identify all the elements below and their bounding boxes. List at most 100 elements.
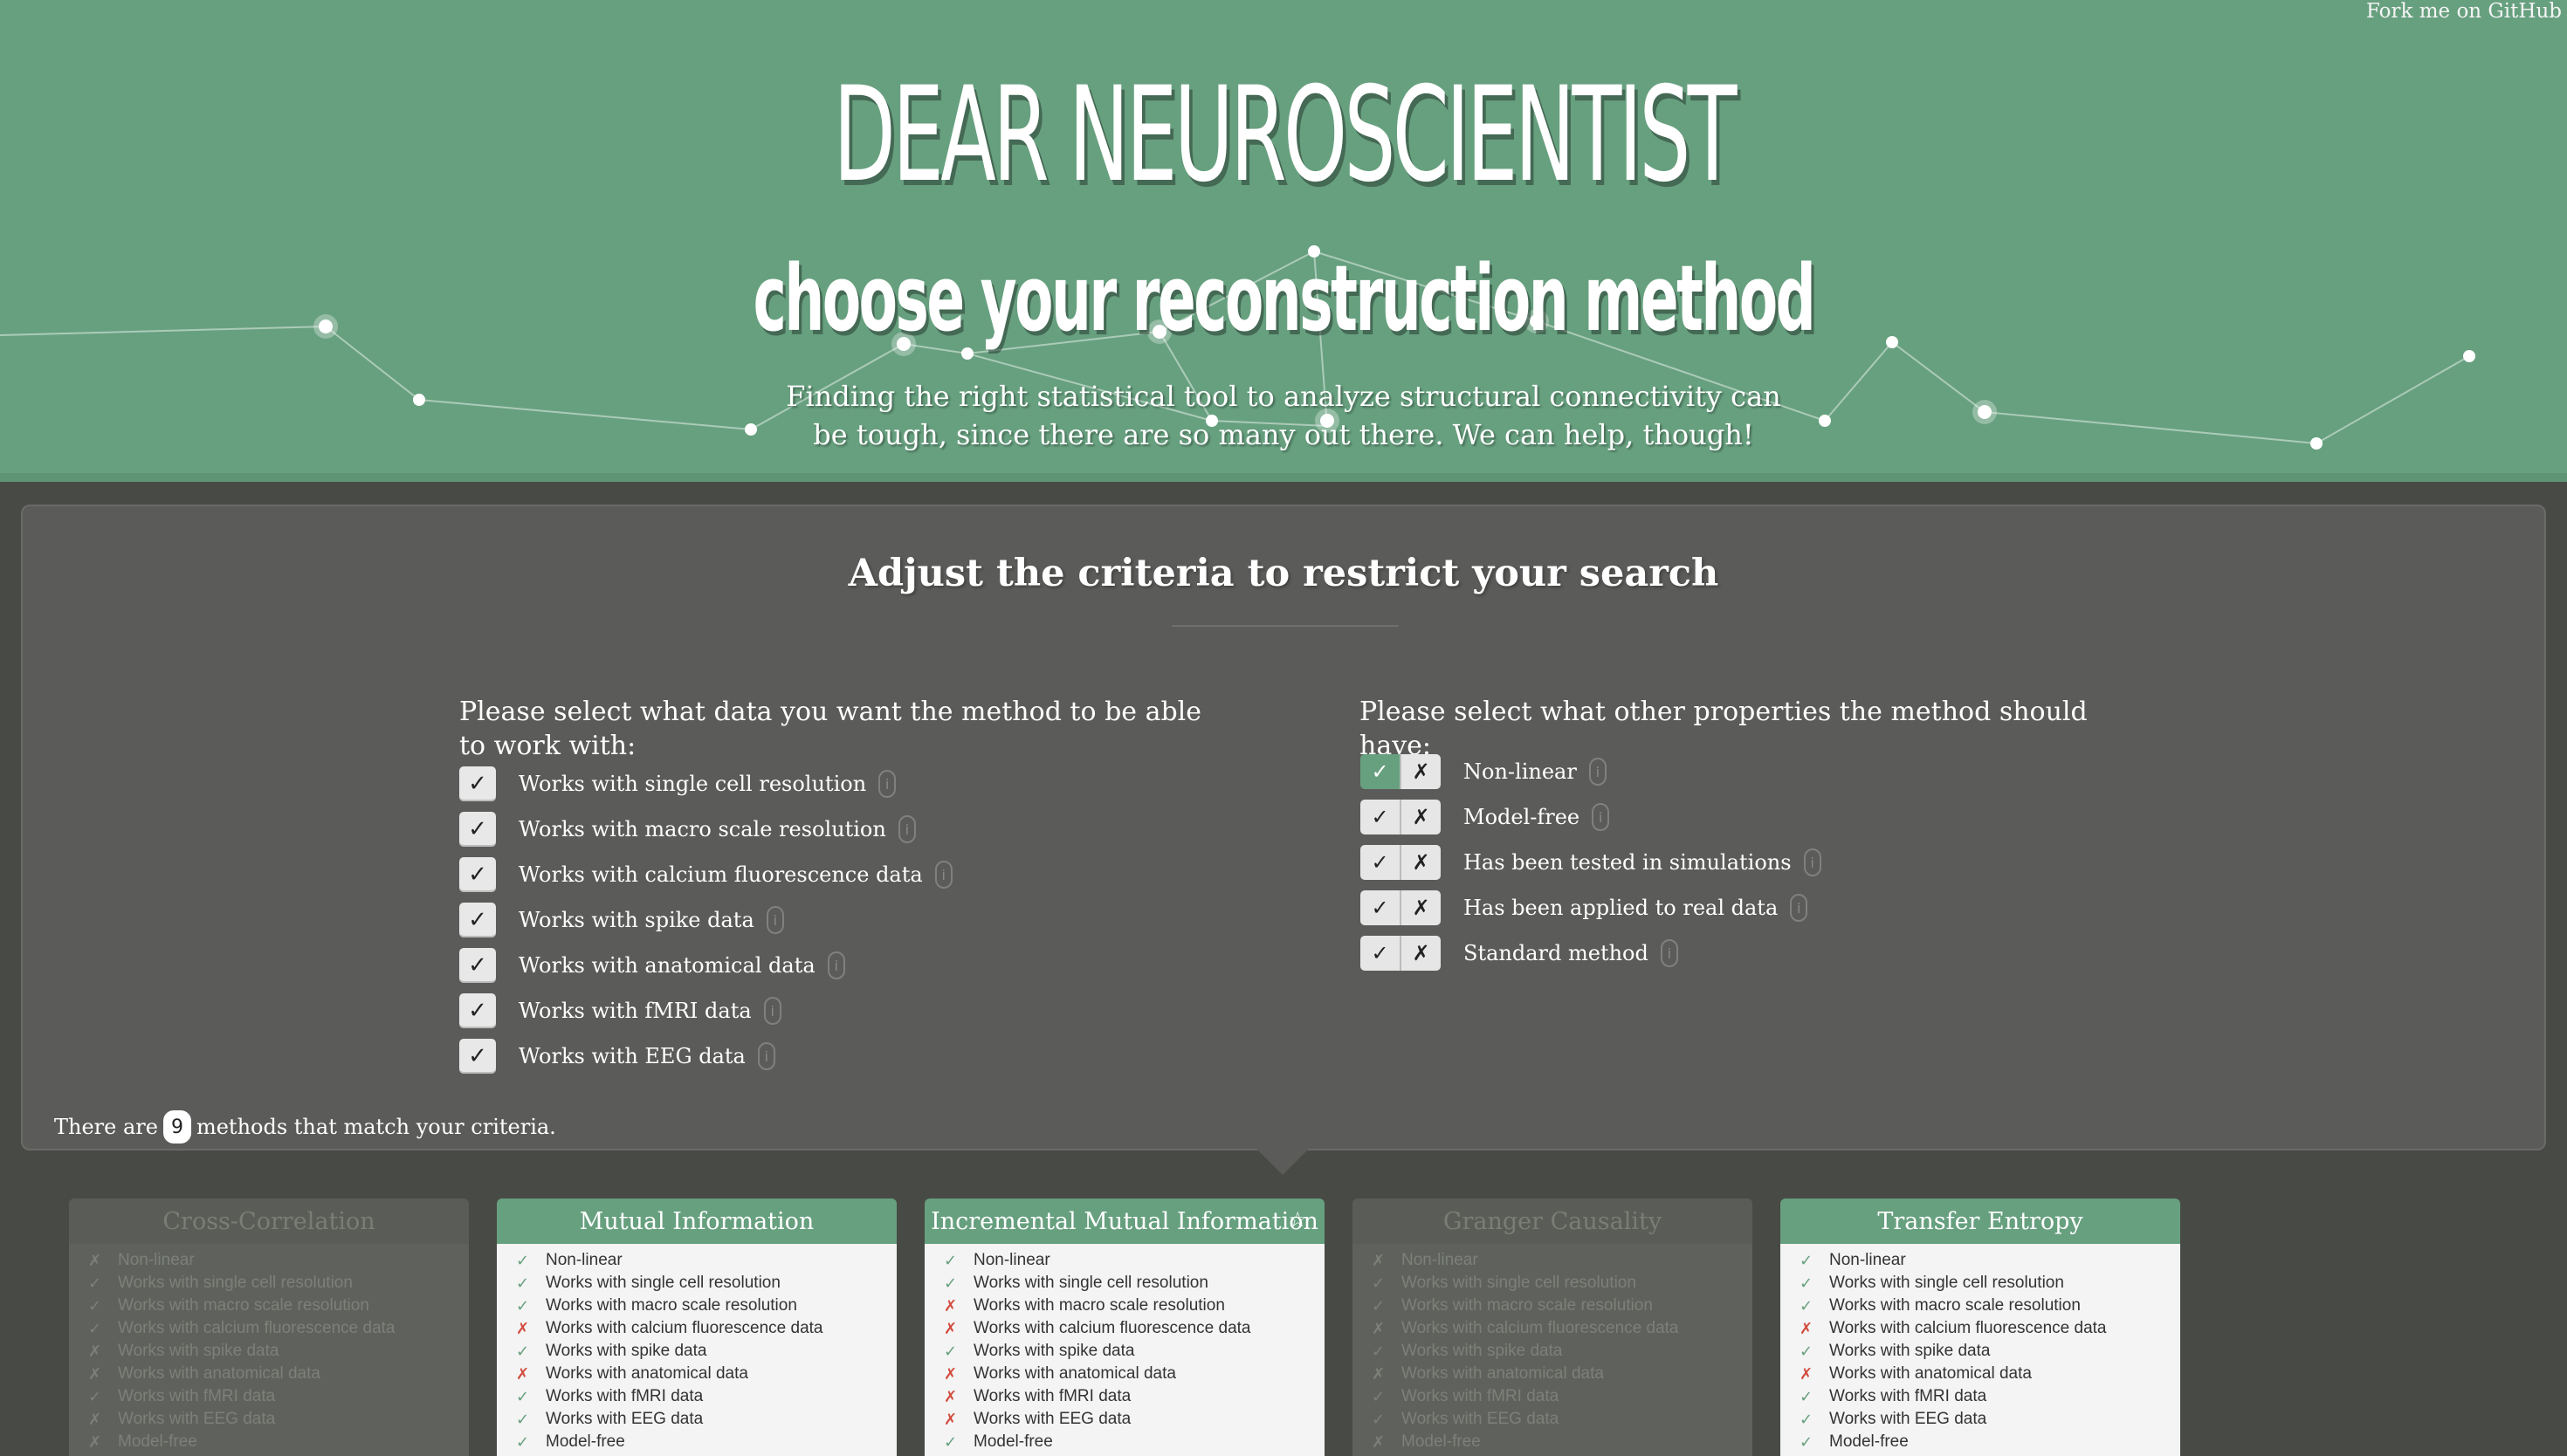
data-criterion-row[interactable]: ✓ Works with macro scale resolution i — [459, 810, 916, 848]
data-criterion-row[interactable]: ✓ Works with single cell resolution i — [459, 765, 897, 803]
toggle-yes-button[interactable]: ✓ — [1360, 800, 1400, 834]
criterion-label: Works with fMRI data — [519, 999, 752, 1023]
yes-no-toggle[interactable]: ✓ ✗ — [1360, 890, 1441, 925]
method-property-label: Works with macro scale resolution — [1401, 1296, 1653, 1315]
criterion-checkbox[interactable]: ✓ — [459, 993, 496, 1028]
property-label: Standard method — [1463, 941, 1648, 965]
info-icon[interactable]: i — [934, 861, 953, 889]
criterion-checkbox[interactable]: ✓ — [459, 1039, 496, 1074]
method-property: ✓ Works with EEG data — [1372, 1408, 1752, 1431]
info-icon[interactable]: i — [878, 770, 897, 798]
data-criterion-row[interactable]: ✓ Works with fMRI data i — [459, 992, 781, 1030]
info-icon[interactable]: i — [1588, 758, 1607, 786]
method-card[interactable]: Granger Causality ✗ Non-linear ✓ Works with … — [1352, 1198, 1752, 1456]
yes-no-toggle[interactable]: ✓ ✗ — [1360, 800, 1441, 834]
criterion-checkbox[interactable]: ✓ — [459, 812, 496, 847]
property-criterion-row[interactable]: ✓ ✗ Non-linear i — [1360, 752, 1607, 791]
method-property: ✓ Works with calcium fluorescence data — [88, 1317, 469, 1340]
toggle-no-button[interactable]: ✗ — [1400, 800, 1441, 834]
method-property-label: Works with EEG data — [1829, 1410, 1987, 1428]
check-icon: ✓ — [1800, 1387, 1813, 1406]
method-property: ✗ Works with calcium fluorescence data — [944, 1317, 1325, 1340]
method-property: ✓ Works with spike data — [944, 1340, 1325, 1363]
method-property: ✗ Works with fMRI data — [944, 1385, 1325, 1408]
method-card-properties: ✗ Non-linear ✓ Works with single cell resol… — [1352, 1244, 1752, 1456]
data-criterion-row[interactable]: ✓ Works with EEG data i — [459, 1037, 775, 1075]
toggle-yes-button[interactable]: ✓ — [1360, 845, 1400, 880]
info-icon[interactable]: i — [766, 906, 784, 934]
method-card-title[interactable]: Mutual Information — [497, 1198, 897, 1244]
criterion-checkbox[interactable]: ✓ — [459, 766, 496, 801]
data-criterion-row[interactable]: ✓ Works with calcium fluorescence data i — [459, 855, 953, 894]
property-criterion-row[interactable]: ✓ ✗ Model-free i — [1360, 798, 1610, 836]
method-property-label: Works with fMRI data — [546, 1387, 704, 1405]
criteria-panel: Adjust the criteria to restrict your sea… — [21, 505, 2546, 1150]
match-count-text: There are 9 methods that match your crit… — [54, 1110, 556, 1144]
method-card[interactable]: Transfer Entropy ✓ Non-linear ✓ Works with s… — [1780, 1198, 2180, 1456]
method-name: Transfer Entropy — [1877, 1207, 2083, 1235]
method-property: ✓ Non-linear — [516, 1249, 897, 1272]
property-label: Has been applied to real data — [1463, 896, 1779, 920]
toggle-no-button[interactable]: ✗ — [1400, 754, 1441, 789]
yes-no-toggle[interactable]: ✓ ✗ — [1360, 754, 1441, 789]
check-icon: ✓ — [1800, 1251, 1813, 1270]
method-card-title[interactable]: Granger Causality — [1352, 1198, 1752, 1244]
info-icon[interactable]: i — [1790, 894, 1808, 922]
method-card[interactable]: Incremental Mutual Information ☆ ✓ Non-line… — [925, 1198, 1325, 1456]
info-icon[interactable]: i — [1660, 939, 1678, 967]
criterion-checkbox[interactable]: ✓ — [459, 857, 496, 892]
info-icon[interactable]: i — [1592, 803, 1610, 831]
toggle-yes-button[interactable]: ✓ — [1360, 936, 1400, 971]
criterion-checkbox[interactable]: ✓ — [459, 903, 496, 937]
toggle-no-button[interactable]: ✗ — [1400, 845, 1441, 880]
method-property: ✓ Works with macro scale resolution — [516, 1295, 897, 1317]
star-icon[interactable]: ☆ — [1288, 1207, 1307, 1232]
method-property: ✓ Works with fMRI data — [1800, 1385, 2180, 1408]
check-icon: ✓ — [944, 1251, 958, 1270]
fork-on-github-link[interactable]: Fork me on GitHub — [2366, 0, 2562, 23]
method-property: ✗ Model-free — [88, 1431, 469, 1453]
data-criterion-row[interactable]: ✓ Works with anatomical data i — [459, 946, 845, 985]
method-card[interactable]: Mutual Information ✓ Non-linear ✓ Works with… — [497, 1198, 897, 1456]
method-property-label: Works with calcium fluorescence data — [118, 1319, 396, 1337]
yes-no-toggle[interactable]: ✓ ✗ — [1360, 936, 1441, 971]
method-property: ✗ Works with anatomical data — [88, 1363, 469, 1385]
info-icon[interactable]: i — [898, 815, 916, 843]
info-icon[interactable]: i — [763, 997, 781, 1025]
property-criterion-row[interactable]: ✓ ✗ Has been tested in simulations i — [1360, 843, 1821, 882]
method-property: ✗ Works with calcium fluorescence data — [1800, 1317, 2180, 1340]
method-card-title[interactable]: Transfer Entropy — [1780, 1198, 2180, 1244]
method-property-label: Works with macro scale resolution — [546, 1296, 797, 1315]
criterion-label: Works with EEG data — [519, 1044, 746, 1068]
criterion-label: Works with anatomical data — [519, 953, 816, 978]
cross-icon: ✗ — [944, 1364, 958, 1384]
yes-no-toggle[interactable]: ✓ ✗ — [1360, 845, 1441, 880]
method-property: ✓ Works with EEG data — [1800, 1408, 2180, 1431]
criterion-label: Works with calcium fluorescence data — [519, 862, 923, 887]
info-icon[interactable]: i — [827, 951, 845, 979]
property-criterion-row[interactable]: ✓ ✗ Standard method i — [1360, 934, 1678, 972]
cross-icon: ✗ — [1372, 1251, 1386, 1270]
method-card[interactable]: Cross-Correlation ✗ Non-linear ✓ Works with … — [69, 1198, 469, 1456]
method-name: Cross-Correlation — [162, 1207, 375, 1235]
criterion-label: Works with macro scale resolution — [519, 817, 886, 841]
toggle-no-button[interactable]: ✗ — [1400, 936, 1441, 971]
method-card-title[interactable]: Incremental Mutual Information ☆ — [925, 1198, 1325, 1244]
method-property-label: Works with anatomical data — [1829, 1364, 2032, 1383]
toggle-yes-button[interactable]: ✓ — [1360, 890, 1400, 925]
property-label: Non-linear — [1463, 759, 1577, 784]
method-card-properties: ✓ Non-linear ✓ Works with single cell resol… — [497, 1244, 897, 1456]
toggle-yes-button[interactable]: ✓ — [1360, 754, 1400, 789]
criterion-label: Works with spike data — [519, 908, 754, 932]
method-property: ✗ Works with EEG data — [88, 1408, 469, 1431]
info-icon[interactable]: i — [757, 1042, 775, 1070]
method-card-title[interactable]: Cross-Correlation — [69, 1198, 469, 1244]
property-criterion-row[interactable]: ✓ ✗ Has been applied to real data i — [1360, 889, 1808, 927]
method-property-label: Works with EEG data — [974, 1410, 1132, 1428]
cross-icon: ✗ — [944, 1387, 958, 1406]
criterion-checkbox[interactable]: ✓ — [459, 948, 496, 983]
toggle-no-button[interactable]: ✗ — [1400, 890, 1441, 925]
method-property: ✓ Works with fMRI data — [516, 1385, 897, 1408]
info-icon[interactable]: i — [1803, 848, 1821, 876]
data-criterion-row[interactable]: ✓ Works with spike data i — [459, 901, 784, 939]
